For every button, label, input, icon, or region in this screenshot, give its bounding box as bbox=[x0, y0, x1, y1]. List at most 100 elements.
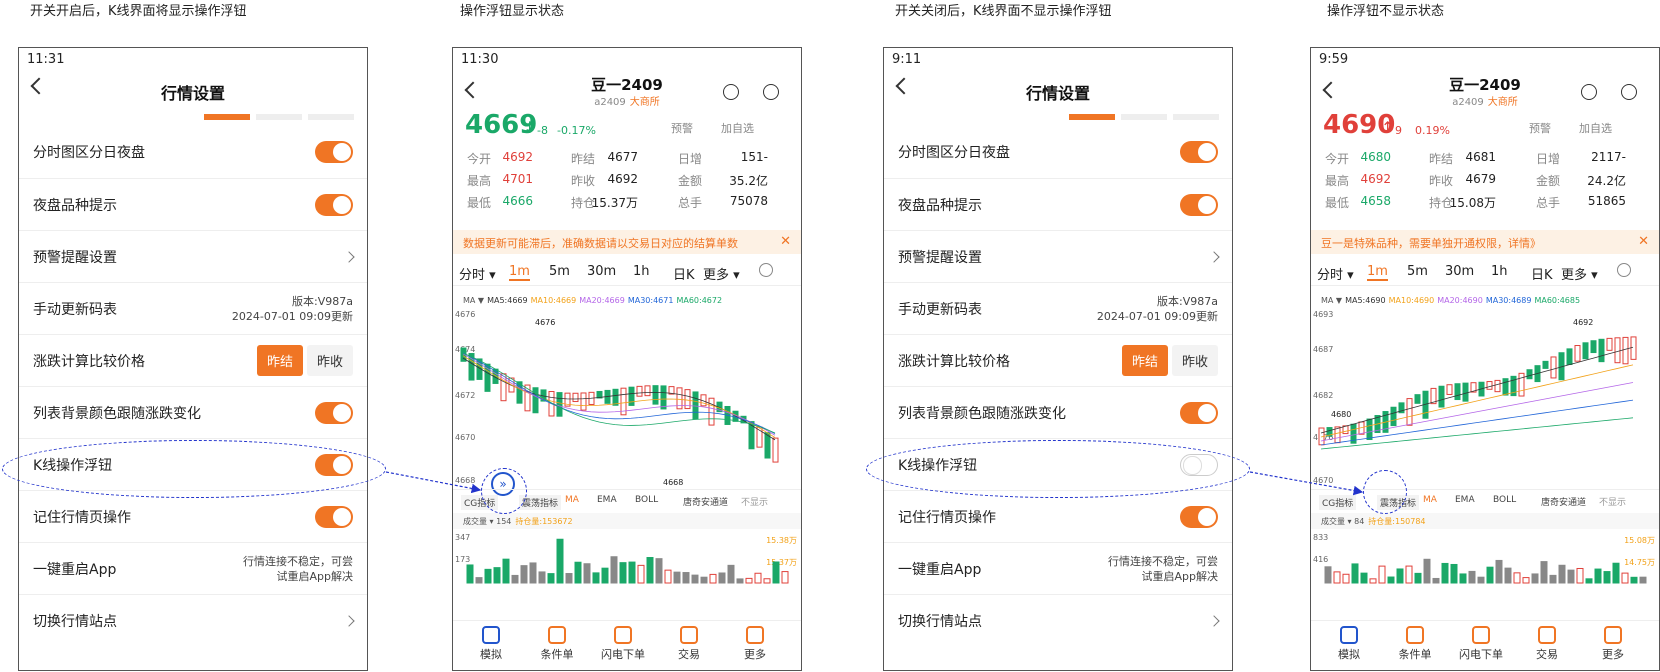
tab-item[interactable]: 交易 bbox=[659, 626, 719, 662]
period-tab[interactable]: 更多 ▾ bbox=[1561, 264, 1598, 283]
candle bbox=[1614, 337, 1621, 364]
settings-row[interactable]: 一键重启App 行情连接不稳定，可尝 试重启App解决 bbox=[884, 542, 1232, 594]
period-tab[interactable]: 日K bbox=[1531, 264, 1553, 283]
period-tab[interactable]: 5m bbox=[1407, 264, 1428, 279]
volume-bar bbox=[1342, 573, 1350, 584]
toggle-switch[interactable] bbox=[315, 193, 353, 216]
settings-row[interactable]: 手动更新码表 版本:V987a 2024-07-01 09:09更新 bbox=[884, 282, 1232, 334]
settings-gear-icon[interactable] bbox=[1617, 263, 1631, 277]
settings-row[interactable]: 切换行情站点 bbox=[19, 594, 367, 646]
period-tab[interactable]: 1h bbox=[1491, 264, 1508, 279]
indicator-tab[interactable]: BOLL bbox=[635, 495, 658, 505]
volume-bar bbox=[709, 573, 717, 584]
settings-row[interactable]: 手动更新码表 版本:V987a 2024-07-01 09:09更新 bbox=[19, 282, 367, 334]
toggle-switch[interactable] bbox=[1180, 193, 1218, 216]
indicator-tab[interactable]: MA bbox=[565, 495, 579, 505]
settings-row[interactable]: 预警提醒设置 bbox=[19, 230, 367, 282]
indicator-tab[interactable]: CG指标 bbox=[1319, 495, 1357, 510]
kline-screen-float-hidden: 9:59 豆一2409 a2409 大商所 4690 ↑ 9 0.19% 预警 加自选 今开 4680… bbox=[1310, 47, 1660, 671]
settings-row-label: 涨跌计算比较价格 bbox=[898, 353, 1010, 370]
tab-item[interactable]: 条件单 bbox=[527, 626, 587, 662]
ma-line bbox=[1320, 382, 1634, 442]
period-tab[interactable]: 分时 ▾ bbox=[459, 264, 496, 283]
compare-button-settle[interactable]: 昨结 bbox=[1121, 345, 1168, 376]
period-tab[interactable]: 日K bbox=[673, 264, 695, 283]
candle bbox=[708, 397, 715, 426]
indicator-tab[interactable]: 唐奇安通道 bbox=[683, 495, 728, 508]
indicator-tab[interactable]: EMA bbox=[597, 495, 617, 505]
compare-button-close[interactable]: 昨收 bbox=[306, 345, 353, 376]
candle bbox=[1598, 338, 1605, 363]
settings-row[interactable]: 分时图区分日夜盘 bbox=[884, 126, 1232, 178]
volume-bar bbox=[619, 562, 627, 584]
period-tab[interactable]: 分时 ▾ bbox=[1317, 264, 1354, 283]
tab-item[interactable]: 模拟 bbox=[461, 626, 521, 662]
volume-chart bbox=[466, 538, 789, 584]
candle bbox=[1462, 382, 1469, 402]
search-icon[interactable] bbox=[1621, 84, 1637, 100]
compare-button-settle[interactable]: 昨结 bbox=[256, 345, 303, 376]
add-watchlist-button[interactable]: 加自选 bbox=[1579, 120, 1612, 136]
settings-gear-icon[interactable] bbox=[759, 263, 773, 277]
price-arrow: ↓ bbox=[523, 118, 537, 137]
alarm-button[interactable]: 预警 bbox=[671, 120, 693, 136]
tab-label: 条件单 bbox=[1398, 648, 1432, 661]
toggle-switch[interactable] bbox=[315, 141, 353, 163]
settings-row[interactable]: 分时图区分日夜盘 bbox=[19, 126, 367, 178]
candlestick-chart[interactable] bbox=[453, 308, 802, 488]
tab-item[interactable]: 交易 bbox=[1517, 626, 1577, 662]
indicator-tab[interactable]: 不显示 bbox=[741, 495, 768, 508]
toggle-switch[interactable] bbox=[315, 505, 353, 528]
chart-low-label: 4668 bbox=[663, 478, 684, 487]
tab-item[interactable]: 更多 bbox=[1583, 626, 1643, 662]
settings-row[interactable]: 涨跌计算比较价格 昨结 昨收 bbox=[884, 334, 1232, 386]
tab-item[interactable]: 闪电下单 bbox=[593, 626, 653, 662]
settings-row[interactable]: 一键重启App 行情连接不稳定，可尝 试重启App解决 bbox=[19, 542, 367, 594]
compare-button-close[interactable]: 昨收 bbox=[1171, 345, 1218, 376]
period-tab[interactable]: 1m bbox=[1367, 264, 1388, 281]
kline-screen-float-shown: 11:30 豆一2409 a2409 大商所 4669 ↓ -8 -0.17% 预警 加自选 今开 4… bbox=[452, 47, 802, 671]
open-interest-value: 持仓量:150784 bbox=[1368, 517, 1426, 526]
volume-bar bbox=[1378, 565, 1386, 584]
toggle-switch[interactable] bbox=[1180, 401, 1218, 424]
period-tab[interactable]: 30m bbox=[587, 264, 616, 279]
ma-legend-item: MA ▼ bbox=[463, 296, 485, 305]
volume-bar bbox=[1486, 566, 1494, 584]
settings-row[interactable]: 预警提醒设置 bbox=[884, 230, 1232, 282]
settings-row[interactable]: 夜盘品种提示 bbox=[19, 178, 367, 230]
settings-row[interactable]: 涨跌计算比较价格 昨结 昨收 bbox=[19, 334, 367, 386]
period-tab[interactable]: 1m bbox=[509, 264, 530, 281]
status-time: 9:59 bbox=[1319, 52, 1349, 67]
alarm-button[interactable]: 预警 bbox=[1529, 120, 1551, 136]
settings-row[interactable]: 夜盘品种提示 bbox=[884, 178, 1232, 230]
period-tab[interactable]: 更多 ▾ bbox=[703, 264, 740, 283]
indicator-tab[interactable]: MA bbox=[1423, 495, 1437, 505]
contract-code: a2409 bbox=[1452, 97, 1484, 108]
settings-row[interactable]: 列表背景颜色跟随涨跌变化 bbox=[884, 386, 1232, 438]
indicator-tab[interactable]: 不显示 bbox=[1599, 495, 1626, 508]
tab-item[interactable]: 条件单 bbox=[1385, 626, 1445, 662]
add-watchlist-button[interactable]: 加自选 bbox=[721, 120, 754, 136]
settings-row[interactable]: 切换行情站点 bbox=[884, 594, 1232, 646]
indicator-tab[interactable]: EMA bbox=[1455, 495, 1475, 505]
share-icon[interactable] bbox=[723, 84, 739, 100]
close-notice-icon[interactable]: ✕ bbox=[1638, 234, 1649, 249]
search-icon[interactable] bbox=[763, 84, 779, 100]
tab-item[interactable]: 更多 bbox=[725, 626, 785, 662]
close-notice-icon[interactable]: ✕ bbox=[780, 234, 791, 249]
tab-item[interactable]: 闪电下单 bbox=[1451, 626, 1511, 662]
ma-legend-item: MA5:4669 bbox=[487, 296, 528, 305]
ma-legend-item: MA30:4689 bbox=[1485, 296, 1532, 305]
share-icon[interactable] bbox=[1581, 84, 1597, 100]
period-tab[interactable]: 1h bbox=[633, 264, 650, 279]
toggle-switch[interactable] bbox=[1180, 141, 1218, 163]
period-tab[interactable]: 30m bbox=[1445, 264, 1474, 279]
toggle-switch[interactable] bbox=[1180, 505, 1218, 528]
settings-row[interactable]: 列表背景颜色跟随涨跌变化 bbox=[19, 386, 367, 438]
toggle-switch[interactable] bbox=[315, 401, 353, 424]
period-tab[interactable]: 5m bbox=[549, 264, 570, 279]
tab-item[interactable]: 模拟 bbox=[1319, 626, 1379, 662]
indicator-tab[interactable]: BOLL bbox=[1493, 495, 1516, 505]
candlestick-chart[interactable] bbox=[1311, 308, 1660, 488]
indicator-tab[interactable]: 唐奇安通道 bbox=[1541, 495, 1586, 508]
